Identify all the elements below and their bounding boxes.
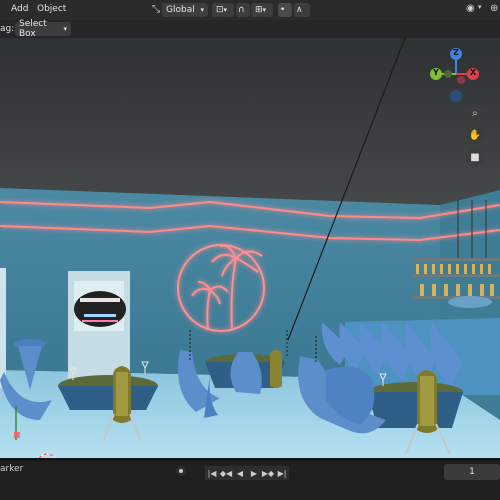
snap-target-dropdown[interactable]: ⊞ ▾ [251, 3, 273, 17]
pivot-point-dropdown[interactable]: ⊡ ▾ [212, 3, 234, 17]
proportional-edit-icon: • [280, 5, 286, 15]
pan-button[interactable]: ✋ [466, 126, 484, 144]
3d-viewport[interactable]: Z Y X ⌕ ✋ ■ [0, 38, 500, 458]
scene-render [0, 38, 500, 458]
next-keyframe-button[interactable]: ▶◆ [261, 466, 275, 480]
play-icon: ▶ [250, 468, 258, 478]
eye-visibility-icon[interactable]: ◉ [466, 3, 475, 14]
drag-label: ag: [0, 24, 15, 34]
camera-view-button[interactable]: ■ [466, 148, 484, 166]
menu-object[interactable]: Object [37, 4, 66, 14]
z-axis-label: Z [453, 48, 459, 57]
magnet-icon: ∩ [238, 5, 245, 15]
display-case [68, 271, 130, 383]
chevron-down-icon[interactable]: ▾ [478, 3, 482, 11]
falloff-dropdown[interactable]: ∧ [294, 3, 310, 17]
play-reverse-icon: ◀ [236, 468, 244, 478]
drag-select-value: Select Box [19, 19, 47, 39]
jump-end-button[interactable]: ▶| [275, 466, 289, 480]
falloff-curve-icon: ∧ [296, 5, 303, 15]
prev-keyframe-button[interactable]: ◆◀ [219, 466, 233, 480]
next-keyframe-icon: ▶◆ [261, 468, 275, 478]
chevron-down-icon: ▾ [223, 6, 228, 14]
left-pillar [0, 268, 6, 388]
transform-orientation-dropdown[interactable]: Global ▾ [162, 3, 208, 17]
x-axis-label: X [470, 68, 477, 77]
record-toggle[interactable] [176, 466, 186, 476]
chevron-down-icon: ▾ [200, 6, 204, 14]
camera-icon: ■ [470, 151, 480, 163]
current-frame-field[interactable]: 1 [444, 464, 500, 480]
snap-toggle[interactable]: ∩ [236, 3, 250, 17]
proportional-edit-toggle[interactable]: • [278, 3, 292, 17]
origin-marker [14, 432, 20, 438]
viewport-header: Add Object ⤡ Global ▾ ⊡ ▾ ∩ ⊞ ▾ • ∧ ◉ ▾ ⊕ [0, 0, 500, 20]
jump-end-icon: ▶| [277, 468, 287, 478]
prev-keyframe-icon: ◆◀ [219, 468, 233, 478]
tool-settings-bar: ag: Select Box ▾ [0, 19, 500, 39]
pivot-icon: ⊡ [216, 5, 224, 15]
jump-start-icon: |◀ [207, 468, 217, 478]
navigation-gizmo[interactable]: Z Y X [426, 44, 486, 104]
zoom-button[interactable]: ⌕ [466, 104, 484, 122]
zoom-icon: ⌕ [472, 107, 478, 119]
current-frame-value: 1 [469, 467, 475, 477]
menu-add[interactable]: Add [11, 4, 28, 14]
snap-target-icon: ⊞ [255, 5, 263, 15]
divider [0, 458, 500, 461]
chevron-down-icon: ▾ [63, 25, 67, 33]
record-icon [179, 469, 183, 473]
play-button[interactable]: ▶ [247, 466, 261, 480]
y-axis-label: Y [433, 68, 439, 77]
jump-start-button[interactable]: |◀ [205, 466, 219, 480]
timeline-bar: arker |◀ ◆◀ ◀ ▶ ▶◆ ▶| 1 [0, 458, 500, 500]
play-reverse-button[interactable]: ◀ [233, 466, 247, 480]
drag-select-dropdown[interactable]: Select Box ▾ [15, 19, 71, 39]
marker-menu[interactable]: arker [0, 464, 23, 474]
hand-pan-icon: ✋ [468, 129, 482, 141]
chevron-down-icon: ▾ [262, 6, 267, 14]
ceiling [0, 38, 500, 205]
transform-orientation-label: Global [166, 5, 195, 15]
orientation-icon: ⤡ [152, 4, 160, 15]
gizmo-toggle-icon[interactable]: ⊕ [490, 3, 498, 14]
